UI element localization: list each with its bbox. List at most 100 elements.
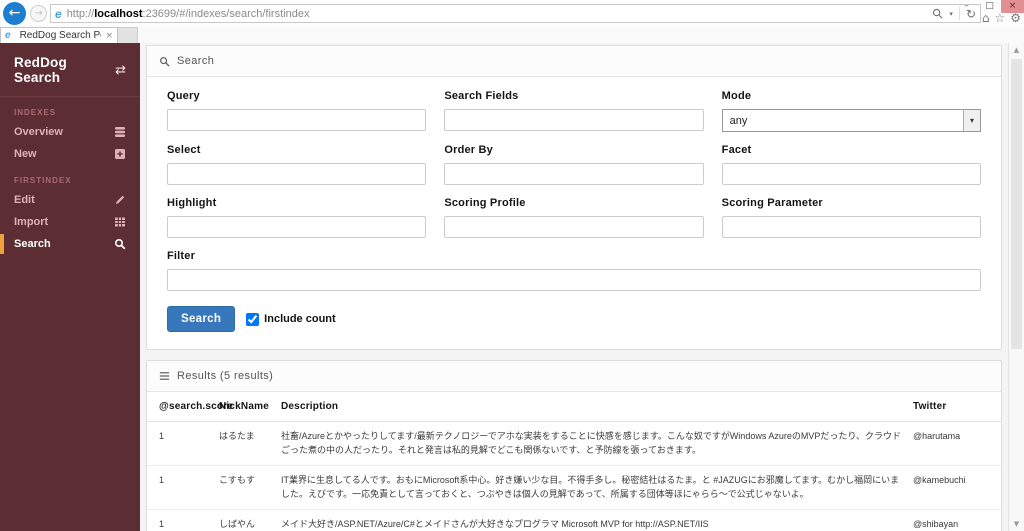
search-button[interactable]: Search xyxy=(167,306,236,332)
search-fields-input[interactable] xyxy=(444,109,704,131)
scroll-down-icon[interactable]: ▼ xyxy=(1009,517,1024,531)
new-tab-button[interactable] xyxy=(118,27,138,43)
scoring-profile-label: Scoring Profile xyxy=(444,197,526,209)
sidebar-item-label: Import xyxy=(14,216,49,228)
scoring-parameter-input[interactable] xyxy=(721,216,981,238)
tab-close-icon[interactable]: × xyxy=(105,31,113,41)
table-header-row: @search.score NickName Description Twitt… xyxy=(147,392,1001,422)
include-count-checkbox[interactable] xyxy=(246,312,260,326)
sidebar-item-label: New xyxy=(14,148,37,160)
mode-selected-value: any xyxy=(729,114,748,127)
order-by-label: Order By xyxy=(444,144,494,156)
scoring-parameter-label: Scoring Parameter xyxy=(721,197,823,209)
column-header-nickname[interactable]: NickName xyxy=(219,392,281,422)
mode-select[interactable]: any ▾ xyxy=(721,109,981,132)
select-field-group: Select xyxy=(167,144,427,185)
minimize-button[interactable]: – xyxy=(955,0,978,13)
tools-gear-icon[interactable]: ⚙ xyxy=(1010,11,1021,25)
nickname-cell: こすもす xyxy=(219,465,281,510)
column-header-description[interactable]: Description xyxy=(281,392,913,422)
nickname-cell: はるたま xyxy=(219,421,281,466)
app-content: RedDog Search ⇄ INDEXES Overview New FIR… xyxy=(0,43,1024,531)
filter-label: Filter xyxy=(167,250,196,262)
forward-button[interactable]: → xyxy=(30,5,47,22)
address-bar[interactable]: e http://localhost:23699/#/indexes/searc… xyxy=(50,4,981,23)
home-icon[interactable]: ⌂ xyxy=(982,11,990,25)
vertical-scrollbar[interactable]: ▲ ▼ xyxy=(1008,43,1024,531)
search-icon xyxy=(160,56,170,67)
filter-field-group: Filter xyxy=(167,250,981,291)
order-by-input[interactable] xyxy=(444,163,704,185)
filter-input[interactable] xyxy=(167,269,981,291)
chevron-down-icon: ▾ xyxy=(963,110,980,131)
table-row[interactable]: 1 こすもす IT業界に生息してる人です。おもにMicrosoft系中心。好き嫌… xyxy=(147,465,1001,510)
search-panel-title: Search xyxy=(177,55,215,67)
url-host: localhost xyxy=(94,7,143,20)
sidebar-header: RedDog Search ⇄ xyxy=(0,43,140,97)
url-text[interactable]: http://localhost:23699/#/indexes/search/… xyxy=(67,8,933,20)
scrollbar-thumb[interactable] xyxy=(1011,59,1022,349)
app-title: RedDog Search xyxy=(14,55,67,85)
search-icon[interactable] xyxy=(932,8,943,19)
favorites-star-icon[interactable]: ☆ xyxy=(994,11,1005,25)
stack-icon xyxy=(114,126,126,138)
score-cell: 1 xyxy=(147,421,219,466)
ie-logo-icon: e xyxy=(55,6,62,21)
swap-arrows-icon[interactable]: ⇄ xyxy=(115,63,126,78)
sidebar: RedDog Search ⇄ INDEXES Overview New FIR… xyxy=(0,43,140,531)
results-panel: Results (5 results) @search.score NickNa… xyxy=(146,360,1002,531)
table-row[interactable]: 1 しばやん メイド大好き/ASP.NET/Azure/C#とメイドさんが大好き… xyxy=(147,509,1001,531)
back-button[interactable]: ← xyxy=(3,2,26,25)
results-panel-title: Results (5 results) xyxy=(177,370,274,382)
description-cell: 社畜/Azureとかやったりしてます/最新テクノロジーでアホな実装をすることに快… xyxy=(281,421,913,466)
twitter-cell: @kamebuchi xyxy=(913,465,1001,510)
sidebar-item-label: Overview xyxy=(14,126,63,138)
sidebar-item-label: Edit xyxy=(14,194,35,206)
column-header-twitter[interactable]: Twitter xyxy=(913,392,1001,422)
sidebar-item-label: Search xyxy=(14,238,51,250)
browser-toolbar: ← → e http://localhost:23699/#/indexes/s… xyxy=(0,0,1024,27)
sidebar-section-indexes: INDEXES xyxy=(14,108,57,117)
facet-field-group: Facet xyxy=(721,144,981,185)
table-icon xyxy=(114,216,126,228)
order-by-field-group: Order By xyxy=(444,144,704,185)
scoring-parameter-field-group: Scoring Parameter xyxy=(721,197,981,238)
twitter-cell: @shibayan xyxy=(913,509,1001,531)
scroll-up-icon[interactable]: ▲ xyxy=(1009,43,1024,57)
sidebar-item-search[interactable]: Search xyxy=(0,233,140,255)
include-count-label: Include count xyxy=(264,313,336,325)
score-cell: 1 xyxy=(147,465,219,510)
autocomplete-dropdown-icon[interactable]: ▾ xyxy=(949,10,953,18)
search-fields-label: Search Fields xyxy=(444,90,519,102)
scoring-profile-input[interactable] xyxy=(444,216,704,238)
tab-favicon-icon: e xyxy=(5,30,11,41)
facet-label: Facet xyxy=(721,144,752,156)
sidebar-item-import[interactable]: Import xyxy=(0,211,140,233)
browser-window: ← → e http://localhost:23699/#/indexes/s… xyxy=(0,0,1024,531)
browser-tab[interactable]: e RedDog Search Portal × xyxy=(0,27,118,43)
url-protocol: http:// xyxy=(66,7,95,20)
table-row[interactable]: 1 はるたま 社畜/Azureとかやったりしてます/最新テクノロジーでアホな実装… xyxy=(147,421,1001,466)
sidebar-item-overview[interactable]: Overview xyxy=(0,121,140,143)
select-label: Select xyxy=(167,144,201,156)
mode-field-group: Mode any ▾ xyxy=(721,90,981,132)
nickname-cell: しばやん xyxy=(219,509,281,531)
column-header-score[interactable]: @search.score xyxy=(147,392,233,422)
highlight-input[interactable] xyxy=(167,216,427,238)
description-cell: メイド大好き/ASP.NET/Azure/C#とメイドさんが大好きなプログラマ … xyxy=(281,509,913,531)
search-panel-header: Search xyxy=(147,46,1001,77)
main-area: Search Query Search Fields Mode any ▾ Se… xyxy=(140,43,1008,531)
sidebar-item-new[interactable]: New xyxy=(0,143,140,165)
sidebar-section-firstindex: FIRSTINDEX xyxy=(14,176,72,185)
sidebar-item-edit[interactable]: Edit xyxy=(0,189,140,211)
browser-action-icons: ⌂ ☆ ⚙ xyxy=(982,11,1021,25)
scoring-profile-field-group: Scoring Profile xyxy=(444,197,704,238)
query-label: Query xyxy=(167,90,200,102)
query-input[interactable] xyxy=(167,109,427,131)
tab-bar: e RedDog Search Portal × xyxy=(0,27,1024,43)
pencil-icon xyxy=(114,194,126,206)
facet-input[interactable] xyxy=(721,163,981,185)
results-table: @search.score NickName Description Twitt… xyxy=(147,392,1001,531)
select-input[interactable] xyxy=(167,163,427,185)
search-fields-field-group: Search Fields xyxy=(444,90,704,132)
